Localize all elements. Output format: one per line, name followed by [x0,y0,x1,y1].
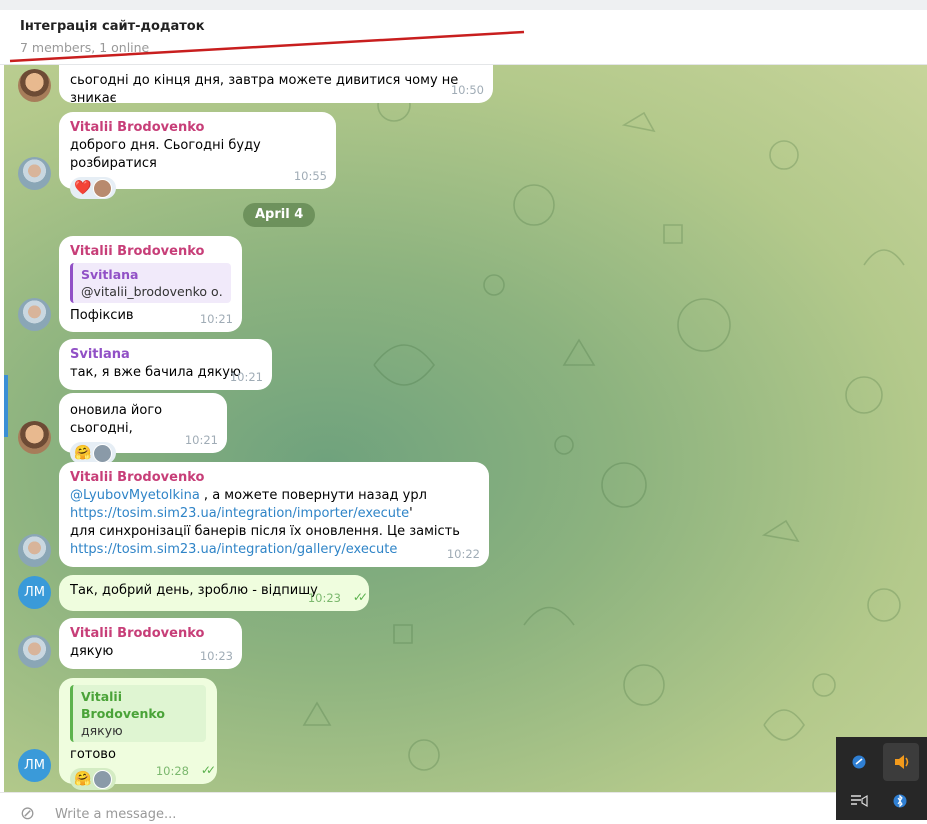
message-reactions[interactable]: ❤️ [70,177,325,199]
speaker-icon[interactable] [883,743,919,781]
message-bubble[interactable]: Vitalii Brodovenko доброго дня. Сьогодні… [59,112,336,199]
message-time: 10:22 [446,547,480,561]
message-sender[interactable]: Vitalii Brodovenko [70,119,325,137]
message-bubble[interactable]: Vitalii Brodovenko @LyubovMyetolkina , а… [59,462,489,567]
avatar-vitalii[interactable] [18,298,51,331]
message-bubble[interactable]: сьогодні до кінця дня, завтра можете див… [59,65,493,106]
avatar-vitalii[interactable] [18,635,51,668]
reply-quote[interactable]: Vitalii Brodovenko дякую [70,685,206,742]
network-icon[interactable] [842,745,876,779]
message-line: https://tosim.sim23.ua/integration/impor… [70,505,478,523]
message-time: 10:23 [199,649,233,663]
date-separator: April 4 [243,203,316,227]
reply-quote[interactable]: Svitlana @vitalii_brodovenko о... [70,263,231,303]
reaction-chip[interactable]: 🤗 [70,768,117,790]
message-text: доброго дня. Сьогодні буду розбиратися [70,138,261,171]
attach-icon[interactable]: ⊘ [20,803,35,824]
system-tray-flyout[interactable] [836,737,927,820]
message-bubble[interactable]: оновила його сьогодні, 🤗 10:21 [59,393,227,464]
reaction-chip[interactable]: ❤️ [70,177,117,199]
chat-header[interactable]: Інтеграція сайт-додаток 7 members, 1 onl… [0,10,927,65]
message-text: сьогодні до кінця дня, завтра можете див… [70,73,459,106]
message-bubble[interactable]: Так, добрий день, зроблю - відпишу 10:23… [59,575,369,611]
double-check-icon: ✓✓ [200,763,216,777]
message-line: https://tosim.sim23.ua/integration/galle… [70,541,478,559]
reactor-avatar [93,443,113,463]
mention-link[interactable]: @LyubovMyetolkina [70,488,200,503]
reply-text: @vitalii_brodovenko о... [81,284,223,299]
link-suffix: ' [409,506,413,521]
avatar-vitalii[interactable] [18,157,51,190]
bluetooth-icon[interactable] [883,784,917,818]
avatar-svitlana[interactable] [18,421,51,454]
chat-messages-area[interactable]: сьогодні до кінця дня, завтра можете див… [4,65,927,792]
chat-title[interactable]: Інтеграція сайт-додаток [20,19,205,34]
url-link[interactable]: https://tosim.sim23.ua/integration/galle… [70,542,397,557]
message-time: 10:50 [450,83,484,97]
heart-icon: ❤️ [74,180,92,196]
reactor-avatar [93,178,113,198]
double-check-icon: ✓✓ [352,590,368,604]
message-time: 10:28 [155,764,189,778]
message-time: 10:21 [199,312,233,326]
message-text: , а можете повернути назад урл [199,488,427,503]
media-icon[interactable] [842,784,876,818]
reaction-chip[interactable]: 🤗 [70,442,117,464]
message-sender[interactable]: Vitalii Brodovenko [70,469,478,487]
message-input-bar[interactable]: ⊘ Write a message... [0,792,927,824]
reactor-avatar [93,769,113,789]
avatar-svitlana[interactable] [18,69,51,102]
message-time: 10:21 [229,370,263,384]
message-sender[interactable]: Vitalii Brodovenko [70,625,231,643]
message-time: 10:23 [307,591,341,605]
message-time: 10:55 [293,169,327,183]
url-link[interactable]: https://tosim.sim23.ua/integration/impor… [70,506,409,521]
message-bubble[interactable]: Vitalii Brodovenko дякую готово 🤗 10:28 … [59,678,217,790]
message-time: 10:21 [184,433,218,447]
reply-sender: Svitlana [81,267,139,282]
avatar-vitalii[interactable] [18,534,51,567]
hug-emoji-icon: 🤗 [74,445,92,461]
chat-members-status: 7 members, 1 online [20,40,150,55]
reply-sender: Vitalii Brodovenko [81,689,165,721]
avatar-lm[interactable]: ЛМ [18,576,51,609]
avatar-lm[interactable]: ЛМ [18,749,51,782]
message-line: @LyubovMyetolkina , а можете повернути н… [70,487,478,505]
message-text: для синхронізації банерів після їх оновл… [70,524,460,539]
scroll-indicator [4,375,8,437]
message-bubble[interactable]: Vitalii Brodovenko дякую 10:23 [59,618,242,669]
message-sender[interactable]: Vitalii Brodovenko [70,243,231,261]
message-bubble[interactable]: Svitlana так, я вже бачила дякую 10:21 [59,339,272,390]
reply-text: дякую [81,723,123,738]
message-sender[interactable]: Svitlana [70,346,261,364]
message-bubble[interactable]: Vitalii Brodovenko Svitlana @vitalii_bro… [59,236,242,332]
hug-emoji-icon: 🤗 [74,771,92,787]
window-top-strip [0,0,927,10]
